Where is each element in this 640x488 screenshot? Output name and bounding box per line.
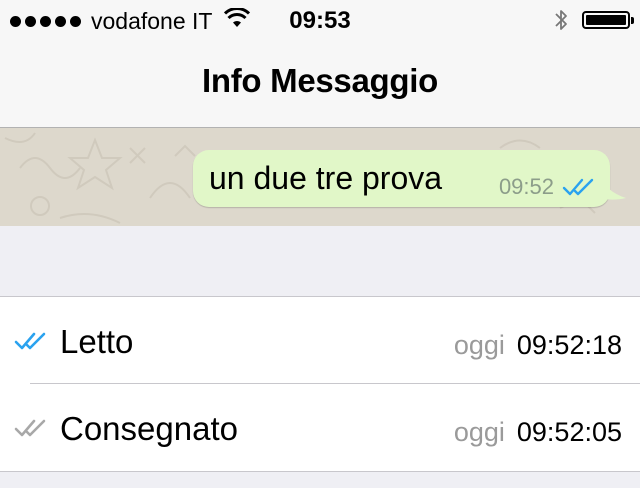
receipts-list: Letto oggi 09:52:18 Consegnato oggi 09:52:… — [0, 296, 640, 472]
receipt-time: 09:52:05 — [516, 417, 622, 447]
receipt-day: oggi — [453, 330, 505, 360]
message-meta: 09:52 — [499, 174, 596, 200]
receipt-label: Letto — [60, 323, 134, 360]
message-time: 09:52 — [498, 174, 554, 199]
bubble-tail — [596, 172, 626, 200]
double-check-blue-icon — [14, 332, 46, 350]
message-text: un due tre prova — [209, 160, 443, 196]
double-check-blue-icon — [562, 178, 594, 196]
receipt-day: oggi — [453, 417, 505, 447]
receipt-label: Consegnato — [60, 410, 238, 447]
receipt-timestamp: oggi 09:52:18 — [454, 330, 622, 361]
status-bar: vodafone IT 09:53 — [0, 0, 640, 40]
battery-icon — [582, 11, 634, 29]
message-bubble[interactable]: un due tre prova 09:52 — [193, 150, 610, 207]
receipt-row-read: Letto oggi 09:52:18 — [0, 297, 640, 384]
navigation-bar: Info Messaggio — [0, 40, 640, 128]
receipt-time: 09:52:18 — [516, 330, 622, 360]
receipt-timestamp: oggi 09:52:05 — [454, 417, 622, 448]
bluetooth-icon — [554, 8, 568, 39]
double-check-gray-icon — [14, 419, 46, 437]
receipt-row-delivered: Consegnato oggi 09:52:05 — [0, 384, 640, 471]
status-time: 09:53 — [289, 7, 351, 34]
page-title: Info Messaggio — [202, 62, 438, 99]
